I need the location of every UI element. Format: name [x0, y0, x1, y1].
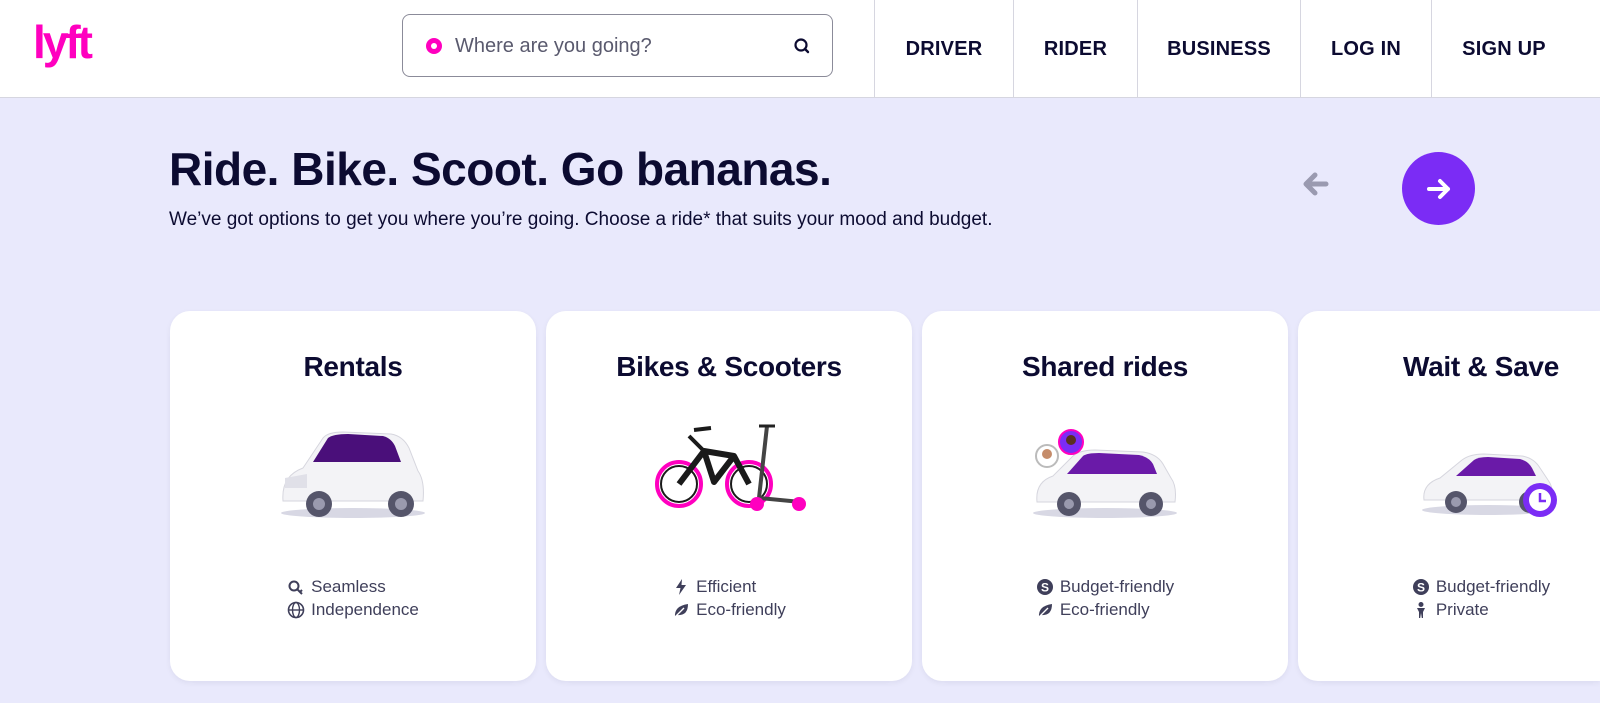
nav-log-in[interactable]: LOG IN — [1300, 0, 1431, 98]
card-features: Efficient Eco-friendly — [546, 575, 912, 621]
wait-save-car-image — [1422, 453, 1557, 517]
location-dot-icon — [426, 38, 442, 54]
key-icon — [288, 580, 303, 595]
lyft-logo[interactable]: lyft — [33, 18, 111, 72]
carousel-next-button[interactable] — [1402, 152, 1475, 225]
feature-item: Efficient — [672, 575, 756, 598]
shared-ride-car-image — [1033, 429, 1177, 518]
dollar-icon: S — [1412, 578, 1429, 595]
nav-rider[interactable]: RIDER — [1013, 0, 1137, 98]
feature-item: Private — [1412, 598, 1489, 621]
feature-item: Eco-friendly — [672, 598, 786, 621]
lightning-icon — [676, 578, 687, 595]
card-features: S Budget-friendly Eco-friendly — [922, 575, 1288, 621]
svg-text:S: S — [1041, 580, 1049, 594]
carousel-prev-arrow-icon[interactable] — [1298, 166, 1334, 202]
bike-scooter-image — [655, 424, 806, 511]
nav-sign-up[interactable]: SIGN UP — [1431, 0, 1576, 98]
destination-input[interactable] — [455, 29, 775, 63]
feature-label: Private — [1435, 599, 1489, 619]
card-title: Bikes & Scooters — [616, 351, 842, 382]
feature-label: Eco-friendly — [1059, 599, 1150, 619]
hero-subtitle: We’ve got options to get you where you’r… — [169, 209, 993, 230]
hero-title: Ride. Bike. Scoot. Go bananas. — [169, 143, 832, 195]
feature-label: Budget-friendly — [1435, 576, 1551, 596]
card-title: Shared rides — [1021, 351, 1189, 382]
svg-text:S: S — [1417, 580, 1425, 594]
card-features: S Budget-friendly Private — [1298, 575, 1600, 621]
feature-label: Independence — [311, 599, 419, 619]
feature-label: Eco-friendly — [696, 599, 786, 619]
main-nav: DRIVER RIDER BUSINESS LOG IN SIGN UP — [874, 0, 1576, 98]
ride-card-wait-save[interactable]: Wait & Save S Budget-friendly Private — [1298, 311, 1600, 681]
svg-text:lyft: lyft — [33, 18, 93, 68]
feature-item: Independence — [287, 598, 419, 621]
person-icon — [1416, 601, 1425, 618]
feature-label: Budget-friendly — [1059, 576, 1175, 596]
feature-label: Efficient — [696, 576, 757, 596]
destination-search[interactable] — [402, 14, 833, 77]
feature-label: Seamless — [311, 576, 386, 596]
search-icon[interactable] — [792, 36, 812, 56]
nav-driver[interactable]: DRIVER — [874, 0, 1013, 98]
rental-car-image — [281, 431, 425, 518]
feature-item: Seamless — [287, 575, 386, 598]
card-title: Wait & Save — [1403, 351, 1559, 382]
arrow-right-icon — [1426, 178, 1450, 199]
ride-card-shared-rides[interactable]: Shared rides S Budget-friendly Eco-frien… — [922, 311, 1288, 681]
globe-icon — [287, 601, 305, 618]
ride-card-rentals[interactable]: Rentals Seamless Independence — [170, 311, 536, 681]
top-header: lyft DRIVER RIDER BUSINESS LOG IN SIGN U… — [0, 0, 1600, 98]
feature-item: S Budget-friendly — [1412, 575, 1550, 598]
card-title: Rentals — [303, 351, 403, 382]
leaf-icon — [1038, 603, 1052, 617]
dollar-icon: S — [1036, 578, 1053, 595]
card-features: Seamless Independence — [170, 575, 536, 621]
ride-card-bikes-scooters[interactable]: Bikes & Scooters Efficient Eco-friendly — [546, 311, 912, 681]
feature-item: Eco-friendly — [1036, 598, 1150, 621]
nav-business[interactable]: BUSINESS — [1137, 0, 1300, 98]
leaf-icon — [674, 603, 689, 617]
feature-item: S Budget-friendly — [1036, 575, 1174, 598]
